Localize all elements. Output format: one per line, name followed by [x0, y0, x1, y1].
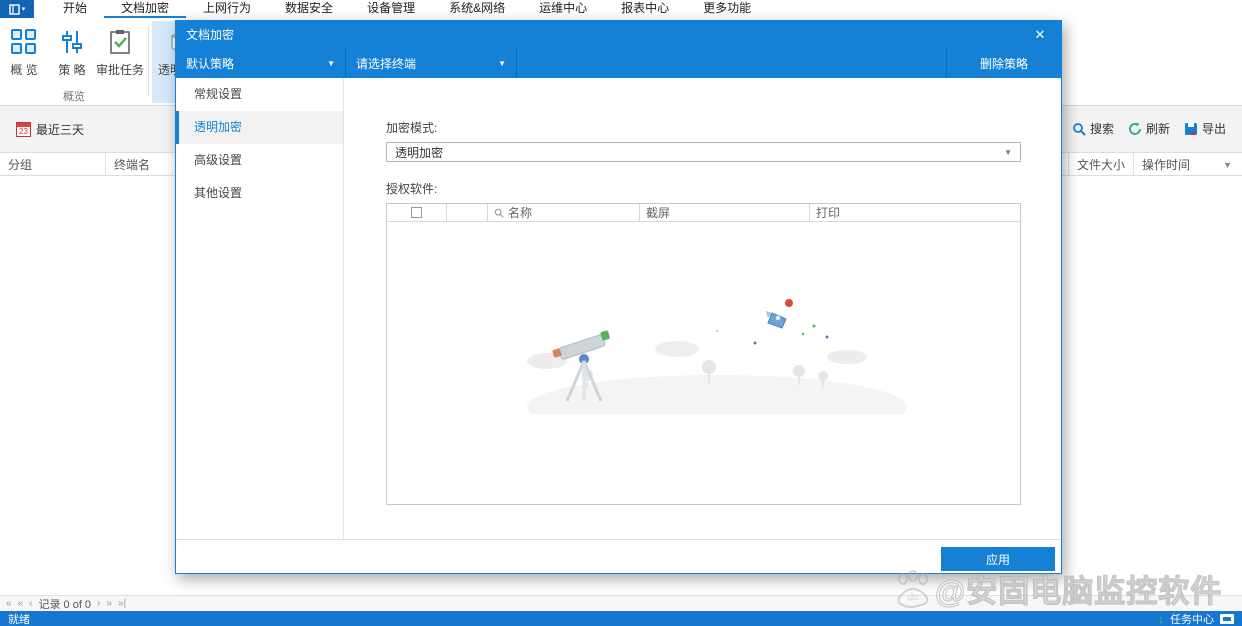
blue-bar-spacer [517, 48, 946, 78]
date-filter[interactable]: 23 最近三天 [16, 121, 84, 138]
menu-item-doc-encrypt[interactable]: 文档加密 [104, 0, 187, 18]
app-icon [9, 3, 20, 15]
chevron-down-icon: ▼ [498, 58, 506, 68]
empty-state-illustration [527, 299, 907, 414]
name-column-header[interactable]: 名称 [488, 204, 640, 221]
menu-item-start[interactable]: 开始 [46, 0, 104, 18]
column-options-caret-icon[interactable]: ▼ [1223, 153, 1232, 177]
dialog-content: 加密模式: 透明加密 ▼ 授权软件: 名称 截屏 打印 [344, 78, 1061, 539]
page-last-button[interactable]: »| [118, 598, 126, 609]
ribbon-item-policy[interactable]: 策 略 [49, 21, 95, 87]
menu-item-more[interactable]: 更多功能 [686, 0, 768, 18]
encrypt-mode-select[interactable]: 透明加密 ▼ [386, 142, 1021, 162]
top-menu-bar: ▾ 开始 文档加密 上网行为 数据安全 设备管理 系统&网络 运维中心 报表中心… [0, 0, 1242, 18]
task-center-button[interactable]: 任务中心 [1170, 611, 1214, 626]
doc-encrypt-dialog: 文档加密 ✕ 默认策略 ▼ 请选择终端 ▼ 删除策略 常规设置 透明加密 高级设… [175, 20, 1062, 574]
ribbon-item-overview[interactable]: 概 览 [1, 21, 47, 87]
ribbon-item-approval[interactable]: 审批任务 [96, 21, 145, 87]
encrypt-mode-value: 透明加密 [395, 145, 444, 160]
dialog-blue-bar: 默认策略 ▼ 请选择终端 ▼ 删除策略 [176, 48, 1061, 78]
ribbon-item-label: 策 略 [58, 63, 86, 77]
page-next-group-button[interactable]: » [106, 598, 112, 609]
record-count-text: 记录 0 of 0 [38, 598, 92, 611]
authorized-software-label: 授权软件: [386, 182, 438, 196]
software-table-header: 名称 截屏 打印 [387, 204, 1020, 222]
export-icon [1184, 122, 1197, 135]
search-icon [494, 208, 504, 218]
main-menu: 开始 文档加密 上网行为 数据安全 设备管理 系统&网络 运维中心 报表中心 更… [46, 0, 768, 18]
print-column-header[interactable]: 打印 [810, 204, 1020, 221]
status-bar: 就绪 ↓ 任务中心 [0, 611, 1242, 626]
menu-item-system-network[interactable]: 系统&网络 [432, 0, 522, 18]
chevron-down-icon: ▼ [327, 58, 335, 68]
ribbon-separator [148, 26, 149, 96]
ribbon-group-label: 概览 [63, 91, 85, 103]
action-label: 导出 [1201, 122, 1226, 136]
refresh-icon [1128, 121, 1141, 135]
policy-dropdown[interactable]: 默认策略 ▼ [176, 48, 345, 78]
menu-item-data-security[interactable]: 数据安全 [268, 0, 350, 18]
overview-grid-icon [11, 29, 37, 55]
ribbon-item-label: 审批任务 [96, 63, 145, 77]
date-filter-label: 最近三天 [36, 123, 85, 137]
monitor-icon[interactable] [1220, 613, 1234, 624]
apply-button[interactable]: 应用 [941, 547, 1055, 571]
blank-column-header [447, 204, 488, 221]
approval-clipboard-icon [110, 30, 130, 54]
delete-policy-button[interactable]: 删除策略 [947, 48, 1061, 78]
chevron-down-icon: ▼ [1004, 147, 1012, 157]
column-header-group[interactable]: 分组 [0, 153, 105, 177]
app-menu-button[interactable]: ▾ [0, 0, 34, 18]
refresh-action-button[interactable]: 刷新 [1128, 120, 1170, 137]
action-label: 搜索 [1089, 122, 1114, 136]
column-header-filesize[interactable]: 文件大小 [1068, 153, 1133, 177]
screenshot-column-header[interactable]: 截屏 [640, 204, 810, 221]
dialog-body: 常规设置 透明加密 高级设置 其他设置 加密模式: 透明加密 ▼ 授权软件: 名… [176, 78, 1061, 539]
pagination-bar: « « ‹ 记录 0 of 0 › » »| [0, 595, 1242, 611]
search-icon [1073, 122, 1086, 136]
close-icon[interactable]: ✕ [1029, 27, 1051, 43]
encrypt-mode-label: 加密模式: [386, 121, 438, 135]
calendar-icon: 23 [16, 122, 31, 137]
menu-item-device-mgmt[interactable]: 设备管理 [350, 0, 432, 18]
sidebar-item-transparent-encrypt[interactable]: 透明加密 [176, 111, 343, 144]
action-label: 刷新 [1145, 122, 1170, 136]
sidebar-item-other-settings[interactable]: 其他设置 [176, 177, 343, 210]
dialog-footer: 应用 [176, 539, 1061, 575]
page-prev-group-button[interactable]: « [18, 598, 24, 609]
page-next-button[interactable]: › [97, 598, 100, 609]
policy-sliders-icon [62, 31, 82, 53]
terminal-dropdown[interactable]: 请选择终端 ▼ [346, 48, 516, 78]
page-prev-button[interactable]: ‹ [29, 598, 32, 609]
download-arrow-icon: ↓ [1158, 611, 1164, 626]
menu-item-ops-center[interactable]: 运维中心 [522, 0, 604, 18]
sidebar-item-advanced-settings[interactable]: 高级设置 [176, 144, 343, 177]
page-first-button[interactable]: « [6, 598, 12, 609]
menu-item-web-behavior[interactable]: 上网行为 [186, 0, 268, 18]
dialog-title-bar: 文档加密 ✕ [176, 21, 1061, 48]
authorized-software-table: 名称 截屏 打印 [386, 203, 1021, 505]
dialog-sidebar: 常规设置 透明加密 高级设置 其他设置 [176, 78, 344, 539]
menu-item-report-center[interactable]: 报表中心 [604, 0, 686, 18]
export-action-button[interactable]: 导出 [1184, 120, 1226, 137]
sidebar-item-general-settings[interactable]: 常规设置 [176, 78, 343, 111]
select-all-checkbox[interactable] [411, 207, 422, 218]
ribbon-item-label: 概 览 [10, 63, 38, 77]
dialog-title: 文档加密 [186, 28, 235, 42]
select-all-cell [387, 204, 447, 221]
column-label: 名称 [508, 206, 533, 220]
search-action-button[interactable]: 搜索 [1072, 120, 1114, 137]
policy-dropdown-value: 默认策略 [186, 56, 235, 71]
status-ready-text: 就绪 [8, 613, 30, 626]
app-menu-caret: ▾ [21, 6, 26, 13]
terminal-dropdown-placeholder: 请选择终端 [356, 56, 417, 71]
